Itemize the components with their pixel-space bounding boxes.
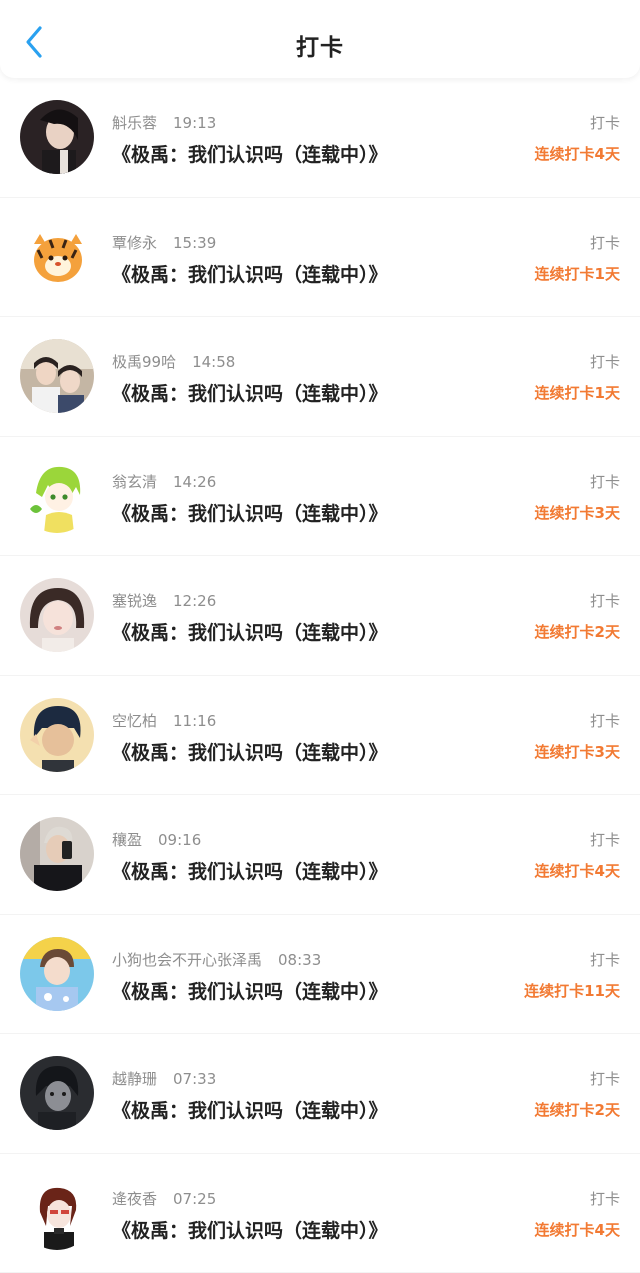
checkin-label: 打卡 — [589, 233, 620, 252]
streak-badge: 连续打卡1天 — [534, 264, 620, 283]
checkin-label: 打卡 — [589, 592, 620, 610]
username[interactable]: 斛乐蓉 — [112, 114, 157, 132]
username[interactable]: 小狗也会不开心张泽禹 — [112, 951, 262, 969]
timestamp: 08:33 — [278, 950, 322, 969]
avatar[interactable] — [20, 1175, 94, 1250]
checkin-label: 打卡 — [589, 353, 620, 371]
checkin-label: 打卡 — [589, 950, 620, 969]
avatar[interactable] — [20, 458, 94, 533]
streak-badge: 连续打卡4天 — [534, 145, 620, 163]
username[interactable]: 逄夜香 — [112, 1190, 157, 1208]
book-title-link[interactable]: 《极禹：我们认识吗（连载中）》 — [112, 260, 388, 287]
username[interactable]: 覃修永 — [112, 234, 157, 252]
checkin-label: 打卡 — [589, 472, 620, 491]
book-title-link[interactable]: 《极禹：我们认识吗（连载中）》 — [112, 140, 388, 167]
checkin-list: 斛乐蓉 19:13 《极禹：我们认识吗（连载中）》 打卡 连续打卡4天 覃修永 15… — [0, 78, 640, 1273]
avatar[interactable] — [20, 697, 94, 772]
avatar[interactable] — [20, 1056, 94, 1130]
timestamp: 11:16 — [173, 711, 217, 730]
list-item[interactable]: 空忆柏 11:16 《极禹：我们认识吗（连载中）》 打卡 连续打卡3天 — [0, 676, 640, 795]
checkin-label: 打卡 — [589, 711, 620, 730]
avatar[interactable] — [20, 100, 94, 174]
streak-badge: 连续打卡1天 — [534, 384, 620, 402]
list-item[interactable]: 小狗也会不开心张泽禹 08:33 《极禹：我们认识吗（连载中）》 打卡 连续打卡1… — [0, 915, 640, 1034]
book-title-link[interactable]: 《极禹：我们认识吗（连载中）》 — [112, 857, 388, 884]
list-item[interactable]: 越静珊 07:33 《极禹：我们认识吗（连载中）》 打卡 连续打卡2天 — [0, 1034, 640, 1154]
list-item[interactable]: 翁玄清 14:26 《极禹：我们认识吗（连载中）》 打卡 连续打卡3天 — [0, 437, 640, 556]
list-item[interactable]: 极禹99哈 14:58 《极禹：我们认识吗（连载中）》 打卡 连续打卡1天 — [0, 317, 640, 437]
checkin-label: 打卡 — [589, 831, 620, 849]
avatar[interactable] — [20, 339, 94, 413]
streak-badge: 连续打卡4天 — [534, 1220, 620, 1239]
avatar[interactable] — [20, 936, 94, 1011]
streak-badge: 连续打卡3天 — [534, 503, 620, 522]
streak-badge: 连续打卡2天 — [534, 623, 620, 641]
streak-badge: 连续打卡4天 — [534, 862, 620, 880]
list-item[interactable]: 覃修永 15:39 《极禹：我们认识吗（连载中）》 打卡 连续打卡1天 — [0, 198, 640, 317]
list-item[interactable]: 穰盈 09:16 《极禹：我们认识吗（连载中）》 打卡 连续打卡4天 — [0, 795, 640, 915]
timestamp: 07:33 — [173, 1070, 217, 1088]
page-title: 打卡 — [296, 35, 344, 61]
checkin-label: 打卡 — [589, 1189, 620, 1208]
username[interactable]: 翁玄清 — [112, 473, 157, 491]
book-title-link[interactable]: 《极禹：我们认识吗（连载中）》 — [112, 618, 388, 645]
timestamp: 12:26 — [173, 592, 217, 610]
timestamp: 14:58 — [192, 353, 236, 371]
top-bar: 打卡 — [0, 0, 640, 78]
book-title-link[interactable]: 《极禹：我们认识吗（连载中）》 — [112, 977, 388, 1004]
list-item[interactable]: 斛乐蓉 19:13 《极禹：我们认识吗（连载中）》 打卡 连续打卡4天 — [0, 78, 640, 198]
list-item[interactable]: 塞锐逸 12:26 《极禹：我们认识吗（连载中）》 打卡 连续打卡2天 — [0, 556, 640, 676]
book-title-link[interactable]: 《极禹：我们认识吗（连载中）》 — [112, 499, 388, 526]
book-title-link[interactable]: 《极禹：我们认识吗（连载中）》 — [112, 738, 388, 765]
timestamp: 14:26 — [173, 472, 217, 491]
timestamp: 19:13 — [173, 114, 217, 132]
username[interactable]: 穰盈 — [112, 831, 142, 849]
avatar[interactable] — [20, 219, 94, 294]
username[interactable]: 空忆柏 — [112, 712, 157, 730]
list-item[interactable]: 逄夜香 07:25 《极禹：我们认识吗（连载中）》 打卡 连续打卡4天 — [0, 1154, 640, 1273]
timestamp: 09:16 — [158, 831, 202, 849]
timestamp: 07:25 — [173, 1189, 217, 1208]
username[interactable]: 极禹99哈 — [112, 353, 176, 371]
checkin-label: 打卡 — [589, 114, 620, 132]
streak-badge: 连续打卡3天 — [534, 742, 620, 761]
avatar[interactable] — [20, 578, 94, 652]
streak-badge: 连续打卡2天 — [534, 1101, 620, 1119]
streak-badge: 连续打卡11天 — [524, 981, 620, 1000]
book-title-link[interactable]: 《极禹：我们认识吗（连载中）》 — [112, 1216, 388, 1243]
timestamp: 15:39 — [173, 233, 217, 252]
username[interactable]: 塞锐逸 — [112, 592, 157, 610]
book-title-link[interactable]: 《极禹：我们认识吗（连载中）》 — [112, 1096, 388, 1123]
checkin-label: 打卡 — [589, 1070, 620, 1088]
username[interactable]: 越静珊 — [112, 1070, 157, 1088]
avatar[interactable] — [20, 817, 94, 891]
book-title-link[interactable]: 《极禹：我们认识吗（连载中）》 — [112, 379, 388, 406]
